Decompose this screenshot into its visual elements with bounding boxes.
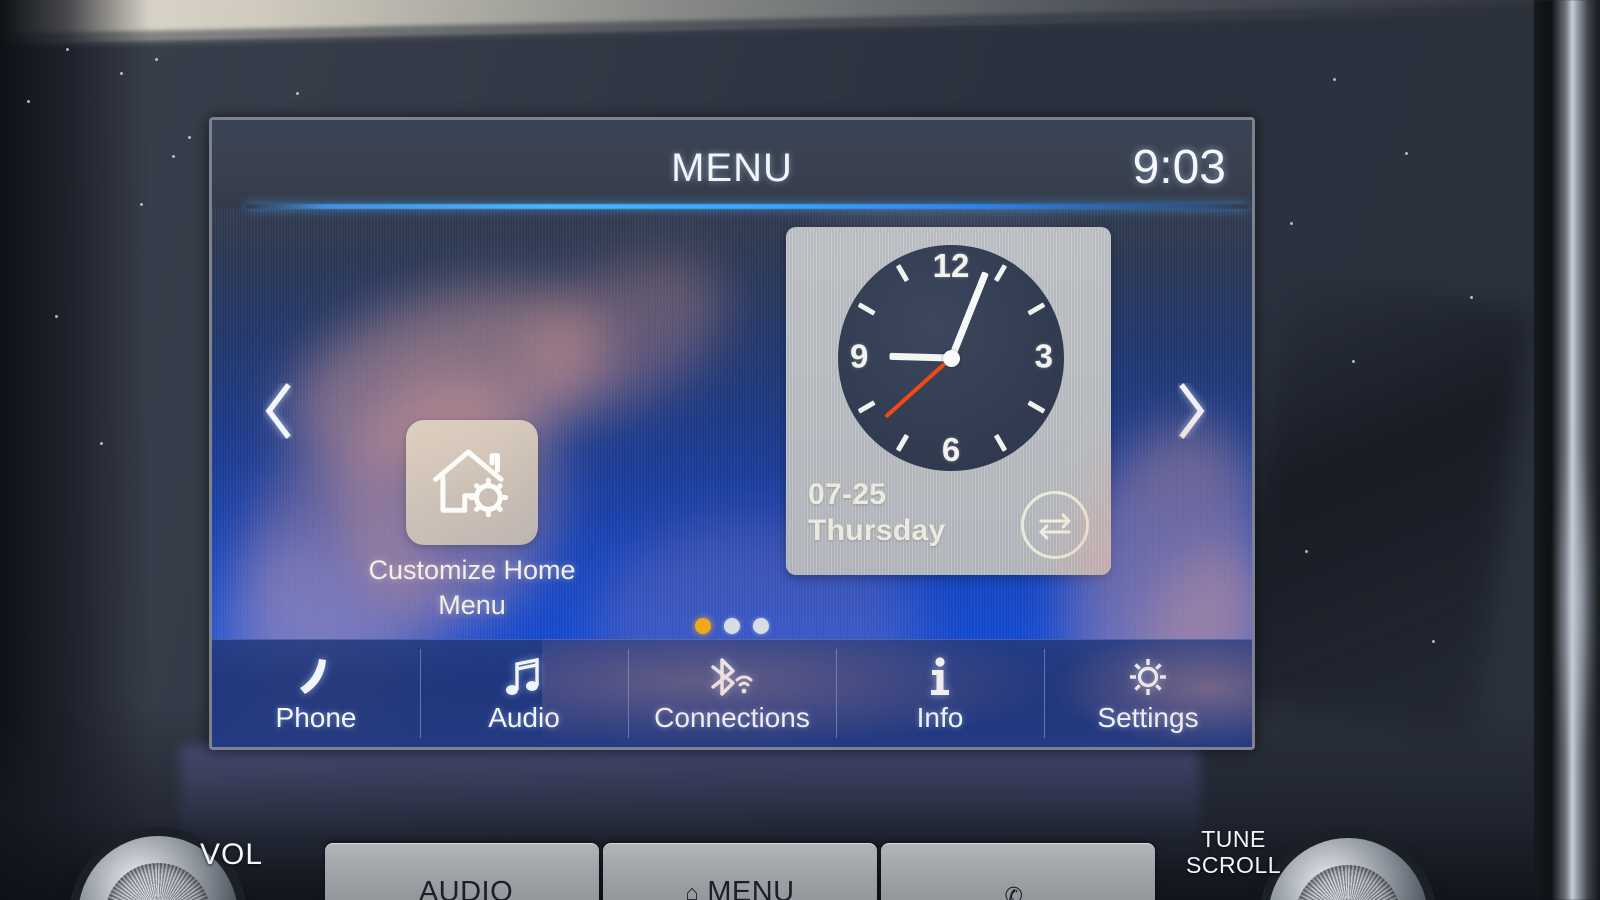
phone-handset-icon: [295, 654, 337, 700]
home-glyph-icon: ⌂: [685, 879, 700, 900]
dust-speck: [100, 442, 103, 445]
clock-weekday: Thursday: [808, 514, 946, 547]
nav-label-audio: Audio: [488, 701, 560, 733]
clock-numeral-9: 9: [850, 337, 869, 375]
clock-tick: [1026, 400, 1045, 414]
gear-icon: [1125, 654, 1171, 700]
home-gear-icon: [433, 449, 509, 517]
bottom-nav-bar: Phone Audio Connections Info Settings: [212, 639, 1252, 747]
dust-speck: [1432, 640, 1435, 643]
clock-numeral-3: 3: [1034, 337, 1053, 375]
audio-button-label: AUDIO: [418, 876, 514, 900]
clock-numeral-6: 6: [941, 431, 961, 468]
analog-clock-face: 12 3 6 9: [838, 245, 1064, 471]
phone-button-glyph: ✆: [1004, 883, 1024, 900]
bluetooth-wifi-icon: [706, 654, 758, 700]
dust-speck: [1405, 152, 1408, 155]
clock-widget[interactable]: 12 3 6 9 07-25 Thursday: [786, 227, 1111, 575]
clock-tick: [895, 264, 909, 283]
clock-tick: [895, 433, 909, 452]
tile-icon-container: [406, 420, 538, 545]
infotainment-screen[interactable]: MENU 9:03 Customize Home Menu 12 3 6 9 0…: [209, 117, 1255, 750]
nav-label-connections: Connections: [654, 701, 810, 733]
dust-speck: [1470, 296, 1473, 299]
clock-tick: [857, 400, 876, 414]
tune-knob-label-line1: TUNE: [1201, 826, 1266, 852]
clock-numeral-12: 12: [932, 247, 970, 284]
dust-speck: [1290, 222, 1293, 225]
tile-label: Customize Home Menu: [360, 553, 584, 623]
clock-second-hand: [884, 356, 953, 419]
clock-tick: [993, 264, 1007, 283]
nav-label-phone: Phone: [275, 701, 357, 733]
carousel-next-button[interactable]: [1162, 366, 1222, 456]
nav-label-info: Info: [916, 701, 964, 733]
status-clock: 9:03: [1132, 141, 1226, 194]
nav-item-audio[interactable]: Audio: [420, 640, 628, 747]
nav-label-settings: Settings: [1097, 701, 1199, 733]
page-dot-3[interactable]: [753, 618, 769, 634]
swap-arrows-icon: [1039, 513, 1071, 540]
dust-speck: [120, 72, 123, 75]
nav-item-settings[interactable]: Settings: [1044, 640, 1252, 747]
clock-swap-button[interactable]: [1021, 491, 1089, 559]
page-dot-1[interactable]: [695, 618, 711, 634]
clock-tick: [857, 302, 876, 316]
chrome-trim-glow: [1556, 430, 1596, 770]
screen-header: MENU 9:03: [212, 120, 1252, 209]
clock-date-block: 07-25 Thursday: [808, 477, 945, 549]
clock-center-cap: [942, 349, 960, 367]
music-note-icon: [503, 654, 545, 700]
hardware-button-menu[interactable]: ⌂ MENU: [603, 843, 877, 900]
hardware-button-row: AUDIO ⌂ MENU ✆: [325, 843, 1155, 900]
dust-speck: [188, 136, 191, 139]
clock-tick: [993, 433, 1007, 452]
page-title: MENU: [671, 146, 793, 190]
dashboard-bezel: MENU 9:03 Customize Home Menu 12 3 6 9 0…: [0, 0, 1600, 900]
dust-speck: [55, 315, 58, 318]
hardware-button-audio[interactable]: AUDIO: [325, 843, 599, 900]
hardware-button-phone[interactable]: ✆: [881, 843, 1155, 900]
dust-speck: [296, 92, 299, 95]
dust-speck: [140, 203, 143, 206]
info-icon: [925, 654, 955, 700]
dust-speck: [155, 58, 158, 61]
menu-button-label: MENU: [707, 876, 795, 900]
dust-speck: [1352, 360, 1355, 363]
dust-speck: [1333, 78, 1336, 81]
dust-speck: [172, 155, 175, 158]
chevron-left-icon: [265, 383, 291, 439]
clock-date: 07-25: [808, 478, 887, 511]
tile-label-line1: Customize Home: [368, 555, 576, 585]
clock-tick: [1026, 302, 1045, 316]
nav-item-phone[interactable]: Phone: [212, 640, 420, 747]
dust-speck: [66, 48, 69, 51]
tile-customize-home-menu[interactable]: Customize Home Menu: [368, 420, 576, 620]
chevron-right-icon: [1179, 383, 1205, 439]
nav-item-info[interactable]: Info: [836, 640, 1044, 747]
tune-knob-label: TUNE SCROLL: [1186, 826, 1281, 878]
clock-hour-hand: [888, 352, 952, 362]
header-divider: [246, 204, 1248, 209]
dust-speck: [27, 100, 30, 103]
hand-shadow: [1226, 274, 1534, 736]
volume-knob-label: VOL: [200, 838, 264, 871]
carousel-page-dots: [212, 618, 1252, 634]
nav-item-connections[interactable]: Connections: [628, 640, 836, 747]
tune-knob-label-line2: SCROLL: [1186, 852, 1282, 878]
page-dot-2[interactable]: [724, 618, 740, 634]
carousel-prev-button[interactable]: [248, 366, 308, 456]
dust-speck: [1305, 550, 1308, 553]
